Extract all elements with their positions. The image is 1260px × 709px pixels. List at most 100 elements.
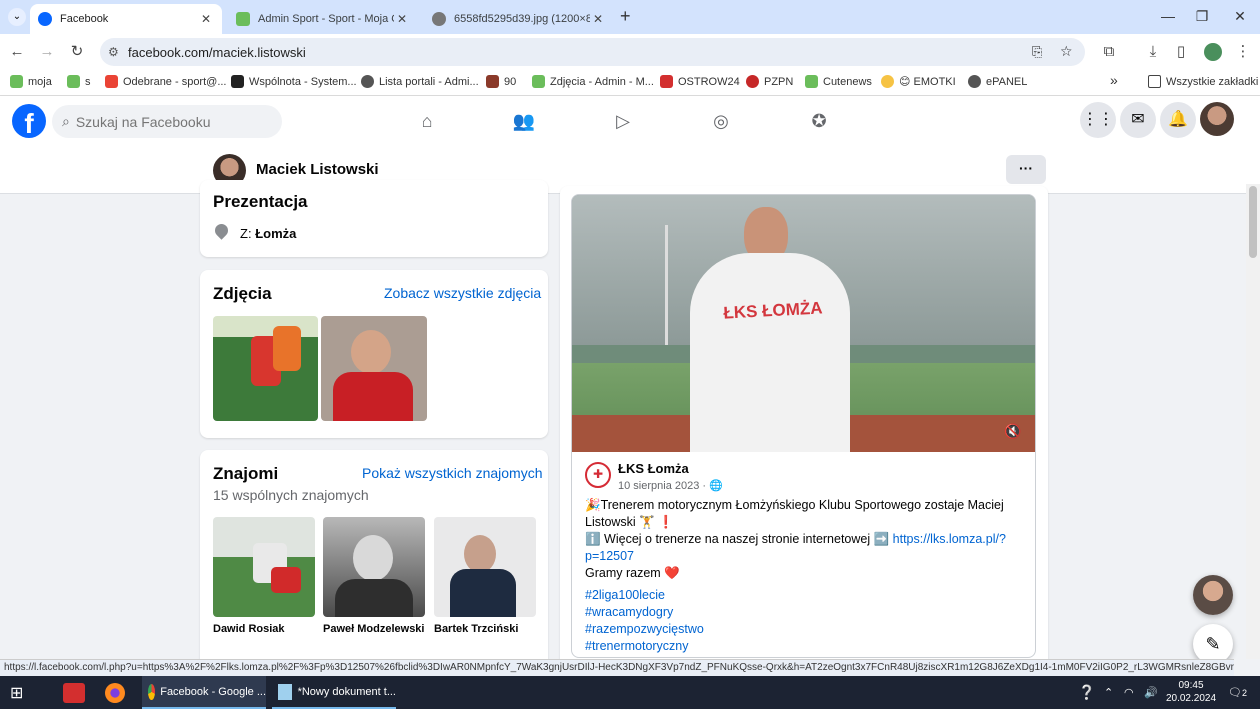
close-window-icon[interactable]: ✕: [1220, 6, 1260, 26]
groups-icon[interactable]: ◎: [708, 108, 734, 134]
post-line-2-text: ℹ️ Więcej o trenerze na naszej stronie i…: [585, 532, 893, 546]
bookmarks-overflow[interactable]: »: [1110, 72, 1118, 88]
clock-date: 20.02.2024: [1165, 693, 1217, 704]
friend-photo[interactable]: [323, 517, 425, 617]
profile-name[interactable]: Maciek Listowski: [256, 161, 379, 178]
bookmark-item[interactable]: moja: [10, 75, 52, 88]
bookmark-icon: [67, 75, 80, 88]
bookmark-item[interactable]: OSTROW24: [660, 75, 740, 88]
bookmark-star-icon[interactable]: ☆: [1060, 43, 1073, 60]
address-bar[interactable]: ⚙ facebook.com/maciek.listowski ⎘ ☆: [100, 38, 1085, 66]
post-line-3: Gramy razem ❤️: [585, 566, 680, 580]
search-box[interactable]: ⌕: [52, 105, 282, 138]
page-avatar[interactable]: ✚: [585, 462, 611, 488]
messenger-icon[interactable]: ✉: [1120, 102, 1156, 138]
bookmark-icon: [660, 75, 673, 88]
site-info-icon[interactable]: ⚙: [108, 45, 128, 59]
bookmark-item[interactable]: ePANEL: [968, 75, 1027, 88]
watch-icon[interactable]: ▷: [610, 108, 636, 134]
tab-title: 6558fd5295d39.jpg (1200×800): [454, 13, 590, 25]
volume-icon[interactable]: 🔊: [1144, 676, 1158, 709]
notifications-icon[interactable]: 🗨 2: [1228, 676, 1247, 709]
post-author[interactable]: ŁKS Łomża: [618, 461, 689, 476]
clock[interactable]: 09:45 20.02.2024: [1162, 679, 1220, 705]
see-all-photos-link[interactable]: Zobacz wszystkie zdjęcia: [384, 285, 541, 301]
account-avatar[interactable]: [1200, 102, 1234, 136]
friend-name[interactable]: Dawid Rosiak: [213, 623, 285, 635]
post-date-text[interactable]: 10 sierpnia 2023 ·: [618, 480, 706, 492]
from-row: Z: Łomża: [240, 226, 296, 241]
all-bookmarks-folder[interactable]: Wszystkie zakładki: [1148, 75, 1258, 88]
reload-icon[interactable]: ↻: [66, 41, 88, 63]
taskbar-notepad[interactable]: *Nowy dokument t...: [272, 676, 396, 709]
tab-facebook[interactable]: Facebook ✕: [30, 4, 222, 34]
bookmark-item[interactable]: Cutenews: [805, 75, 872, 88]
see-all-friends-link[interactable]: Pokaż wszystkich znajomych: [362, 465, 543, 481]
back-icon[interactable]: ←: [6, 41, 28, 63]
friend-photo[interactable]: [213, 517, 315, 617]
new-message-icon[interactable]: ✎: [1193, 624, 1233, 664]
from-value[interactable]: Łomża: [255, 226, 296, 241]
gmail-icon: [105, 75, 118, 88]
restore-icon[interactable]: ❐: [1182, 6, 1222, 26]
post-video[interactable]: ŁKS ŁOMŻA 🔇: [572, 195, 1035, 452]
firefox-icon[interactable]: [105, 676, 125, 709]
bookmarks-bar: moja s Odebrane - sport@... Wspólnota - …: [0, 70, 1260, 96]
close-tab-icon[interactable]: ✕: [590, 12, 606, 26]
notifications-bell-icon[interactable]: 🔔: [1160, 102, 1196, 138]
bookmark-item[interactable]: Lista portali - Admi...: [361, 75, 479, 88]
hashtag-link[interactable]: #wracamydogry: [585, 604, 1025, 621]
install-app-icon[interactable]: ⎘: [1032, 44, 1042, 60]
close-tab-icon[interactable]: ✕: [394, 12, 410, 26]
bookmark-item[interactable]: s: [67, 75, 91, 88]
bookmark-item[interactable]: Wspólnota - System...: [231, 75, 357, 88]
bookmark-item[interactable]: 90: [486, 75, 516, 88]
close-tab-icon[interactable]: ✕: [198, 12, 214, 26]
globe-icon: [361, 75, 374, 88]
hashtag-link[interactable]: #trenermotoryczny: [585, 638, 1025, 655]
tray-chevron-icon[interactable]: ⌃: [1104, 676, 1113, 709]
start-button[interactable]: ⊞: [10, 676, 23, 709]
facebook-logo-icon[interactable]: f: [12, 104, 46, 139]
scrollbar-thumb[interactable]: [1249, 186, 1257, 258]
search-input[interactable]: [75, 113, 266, 130]
tab-image[interactable]: 6558fd5295d39.jpg (1200×800) ✕: [424, 4, 614, 34]
gaming-icon[interactable]: ✪: [806, 108, 832, 134]
bookmark-item[interactable]: PZPN: [746, 75, 793, 88]
bookmark-item[interactable]: Odebrane - sport@...: [105, 75, 227, 88]
extensions-icon[interactable]: ⧉: [1098, 41, 1120, 63]
chrome-icon: [148, 683, 156, 700]
mute-icon[interactable]: 🔇: [1004, 423, 1021, 440]
bookmark-item[interactable]: 😊 EMOTKI: [881, 75, 956, 88]
menu-icon[interactable]: ⋮: [1232, 41, 1254, 63]
download-icon[interactable]: ⤓: [1142, 41, 1164, 63]
photo-thumbnail[interactable]: [213, 316, 318, 421]
bookmark-item[interactable]: Zdjęcia - Admin - M...: [532, 75, 654, 88]
menu-grid-icon[interactable]: ⋮⋮: [1080, 102, 1116, 138]
home-icon[interactable]: ⌂: [414, 108, 440, 134]
forward-icon[interactable]: →: [36, 41, 58, 63]
friend-photo[interactable]: [434, 517, 536, 617]
friend-name[interactable]: Bartek Trzciński: [434, 623, 518, 635]
profile-avatar-icon[interactable]: [1204, 43, 1222, 61]
new-tab-button[interactable]: +: [620, 6, 640, 27]
help-icon[interactable]: ❔: [1078, 676, 1095, 709]
more-options-button[interactable]: ···: [1006, 155, 1046, 184]
taskbar-chrome[interactable]: Facebook - Google ...: [142, 676, 266, 709]
onet-app-icon[interactable]: [63, 676, 85, 709]
friend-name[interactable]: Paweł Modzelewski: [323, 623, 424, 635]
browser-toolbar: ← → ↻ ⚙ facebook.com/maciek.listowski ⎘ …: [0, 34, 1260, 70]
side-panel-icon[interactable]: ▯: [1170, 41, 1192, 63]
search-icon: ⌕: [62, 113, 70, 129]
friends-icon[interactable]: 👥: [511, 108, 537, 134]
chat-head-avatar[interactable]: [1193, 575, 1233, 615]
tab-admin-sport[interactable]: Admin Sport - Sport - Moja Ost ✕: [228, 4, 418, 34]
tab-search-button[interactable]: ⌄: [8, 8, 26, 26]
photo-thumbnail[interactable]: [321, 316, 427, 421]
hashtag-link[interactable]: #2liga100lecie: [585, 587, 1025, 604]
wifi-icon[interactable]: ◠: [1124, 676, 1134, 709]
hashtag-link[interactable]: #razempozwycięstwo: [585, 621, 1025, 638]
mutual-friends-count: 15 wspólnych znajomych: [213, 487, 369, 503]
location-pin-icon: [212, 221, 231, 240]
friends-title: Znajomi: [213, 464, 279, 483]
